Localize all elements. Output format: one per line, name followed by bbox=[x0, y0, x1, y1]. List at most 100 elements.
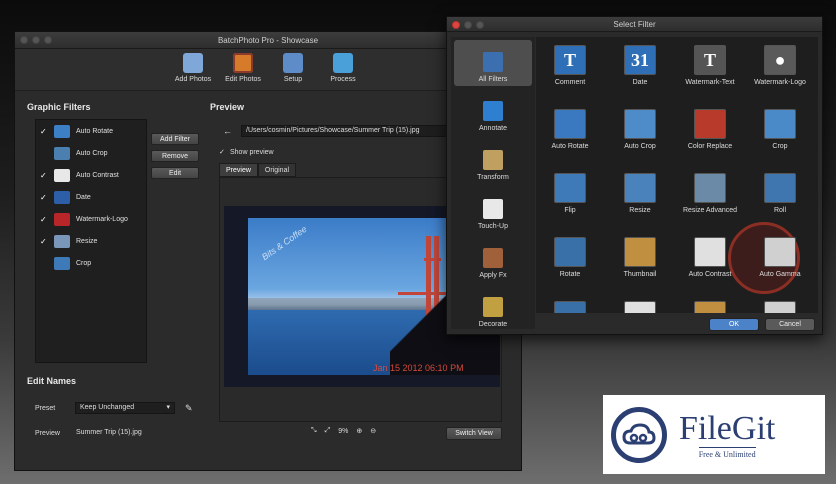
toolbar-label: Process bbox=[330, 76, 356, 83]
filter-tile-icon bbox=[554, 301, 586, 313]
filter-tile[interactable]: Thumbnail bbox=[606, 229, 674, 287]
filter-tile[interactable]: Color Replace bbox=[676, 101, 744, 159]
toolbar-setup-button[interactable]: Setup bbox=[273, 53, 313, 90]
filter-row[interactable]: Crop bbox=[36, 252, 146, 274]
filter-list: ✓ Auto Rotate Auto Crop ✓ Auto Contrast ✓ Date… bbox=[35, 119, 147, 363]
filter-checkbox[interactable]: ✓ bbox=[40, 127, 50, 136]
filter-tile[interactable]: Flip bbox=[536, 165, 604, 223]
show-preview-checkbox[interactable]: ✓ bbox=[219, 148, 225, 156]
filter-tile[interactable] bbox=[536, 293, 604, 313]
tab-preview[interactable]: Preview bbox=[219, 163, 258, 177]
toolbar-add-photos-button[interactable]: Add Photos bbox=[173, 53, 213, 90]
filter-tile-label: Resize bbox=[629, 207, 651, 214]
zoom-dialog-button[interactable] bbox=[476, 21, 484, 29]
logo-name: FileGit bbox=[679, 409, 776, 447]
category-list: All Filters Annotate Transform Touch-Up Appl… bbox=[451, 37, 535, 329]
filter-row[interactable]: ✓ Auto Rotate bbox=[36, 120, 146, 142]
preset-label: Preset bbox=[35, 405, 56, 412]
toolbar-process-button[interactable]: Process bbox=[323, 53, 363, 90]
filter-tile[interactable]: Crop bbox=[746, 101, 814, 159]
filter-tile-icon bbox=[624, 109, 656, 139]
graphic-filters-heading: Graphic Filters bbox=[27, 102, 91, 112]
watermark-text: Bits & Coffee bbox=[259, 223, 309, 263]
filter-tile[interactable]: Resize Advanced bbox=[676, 165, 744, 223]
filter-checkbox[interactable]: ✓ bbox=[40, 237, 50, 246]
filter-tile[interactable] bbox=[676, 293, 744, 313]
filter-tile[interactable]: Auto Gamma bbox=[746, 229, 814, 287]
filter-tile[interactable]: T Watermark-Text bbox=[676, 37, 744, 95]
filter-tile[interactable]: Auto Contrast bbox=[676, 229, 744, 287]
pencil-icon[interactable]: ✎ bbox=[185, 403, 193, 414]
category-all-filters[interactable]: All Filters bbox=[454, 40, 532, 86]
close-dialog-button[interactable] bbox=[452, 21, 460, 29]
filter-tile[interactable]: Resize bbox=[606, 165, 674, 223]
category-decorate[interactable]: Decorate bbox=[454, 285, 532, 331]
window-controls bbox=[20, 36, 52, 44]
preset-select[interactable]: Keep Unchanged ▾ bbox=[75, 402, 175, 414]
tab-original[interactable]: Original bbox=[257, 163, 297, 177]
minimize-dialog-button[interactable] bbox=[464, 21, 472, 29]
filter-tile-icon bbox=[624, 301, 656, 313]
category-annotate[interactable]: Annotate bbox=[454, 89, 532, 135]
filter-tile[interactable]: Auto Crop bbox=[606, 101, 674, 159]
category-apply-fx[interactable]: Apply Fx bbox=[454, 236, 532, 282]
filter-tile[interactable] bbox=[606, 293, 674, 313]
edit-filter-button[interactable]: Edit bbox=[151, 167, 199, 179]
preview-path-field[interactable]: /Users/cosmin/Pictures/Showcase/Summer T… bbox=[241, 125, 461, 137]
filter-tile-icon bbox=[764, 173, 796, 203]
filter-label: Watermark-Logo bbox=[76, 215, 128, 223]
filter-tile[interactable]: Rotate bbox=[536, 229, 604, 287]
process-icon bbox=[333, 53, 353, 73]
zoom-fit-icon[interactable]: ⤡ bbox=[311, 427, 317, 435]
filter-tile-label: Auto Contrast bbox=[688, 271, 732, 278]
add-filter-button[interactable]: Add Filter bbox=[151, 133, 199, 145]
filter-row[interactable]: ✓ Date bbox=[36, 186, 146, 208]
switch-view-button[interactable]: Switch View bbox=[446, 427, 502, 440]
filter-tile[interactable]: Roll bbox=[746, 165, 814, 223]
bridge-beam bbox=[424, 258, 441, 261]
filter-tile[interactable] bbox=[746, 293, 814, 313]
filter-tile-icon bbox=[694, 109, 726, 139]
chevron-down-icon: ▾ bbox=[166, 404, 170, 411]
zoom-in-icon[interactable]: ⊕ bbox=[356, 427, 362, 435]
logo-text: FileGit Free & Unlimited bbox=[679, 409, 776, 459]
toolbar-edit-photos-button[interactable]: Edit Photos bbox=[223, 53, 263, 90]
show-preview-label: Show preview bbox=[230, 149, 274, 156]
preview-heading: Preview bbox=[210, 102, 245, 112]
cancel-button[interactable]: Cancel bbox=[765, 318, 815, 331]
close-window-button[interactable] bbox=[20, 36, 28, 44]
zoom-level: 9% bbox=[338, 427, 349, 435]
preview-name-label: Preview bbox=[35, 430, 60, 437]
filter-tile[interactable]: Auto Rotate bbox=[536, 101, 604, 159]
folder-photos-icon bbox=[183, 53, 203, 73]
filter-label: Resize bbox=[76, 237, 98, 245]
filter-checkbox[interactable]: ✓ bbox=[40, 171, 50, 180]
toolbar-label: Setup bbox=[283, 76, 303, 83]
filter-row[interactable]: Auto Crop bbox=[36, 142, 146, 164]
back-arrow-icon[interactable]: ← bbox=[223, 126, 232, 136]
minimize-window-button[interactable] bbox=[32, 36, 40, 44]
zoom-full-icon[interactable]: ⤢ bbox=[325, 427, 331, 435]
filter-row[interactable]: ✓ Resize bbox=[36, 230, 146, 252]
ok-button[interactable]: OK bbox=[709, 318, 759, 331]
toolbar-label: Add Photos bbox=[174, 76, 212, 83]
filter-tile-label: Roll bbox=[773, 207, 787, 214]
category-label: Decorate bbox=[478, 321, 508, 328]
filter-row[interactable]: ✓ Auto Contrast bbox=[36, 164, 146, 186]
zoom-out-icon[interactable]: ⊖ bbox=[370, 427, 376, 435]
zoom-window-button[interactable] bbox=[44, 36, 52, 44]
remove-filter-button[interactable]: Remove bbox=[151, 150, 199, 162]
zoom-bar: ⤡ ⤢ 9% ⊕ ⊖ bbox=[311, 427, 376, 435]
category-icon bbox=[483, 150, 503, 170]
filter-checkbox[interactable]: ✓ bbox=[40, 215, 50, 224]
filter-row[interactable]: ✓ Watermark-Logo bbox=[36, 208, 146, 230]
filter-tile[interactable]: 31 Date bbox=[606, 37, 674, 95]
category-touch-up[interactable]: Touch-Up bbox=[454, 187, 532, 233]
filter-checkbox[interactable]: ✓ bbox=[40, 193, 50, 202]
filter-tile[interactable]: ● Watermark-Logo bbox=[746, 37, 814, 95]
toolbar-label: Edit Photos bbox=[225, 76, 261, 83]
filter-tile-icon bbox=[624, 237, 656, 267]
category-transform[interactable]: Transform bbox=[454, 138, 532, 184]
filter-tile-icon bbox=[554, 173, 586, 203]
filter-tile[interactable]: T Comment bbox=[536, 37, 604, 95]
